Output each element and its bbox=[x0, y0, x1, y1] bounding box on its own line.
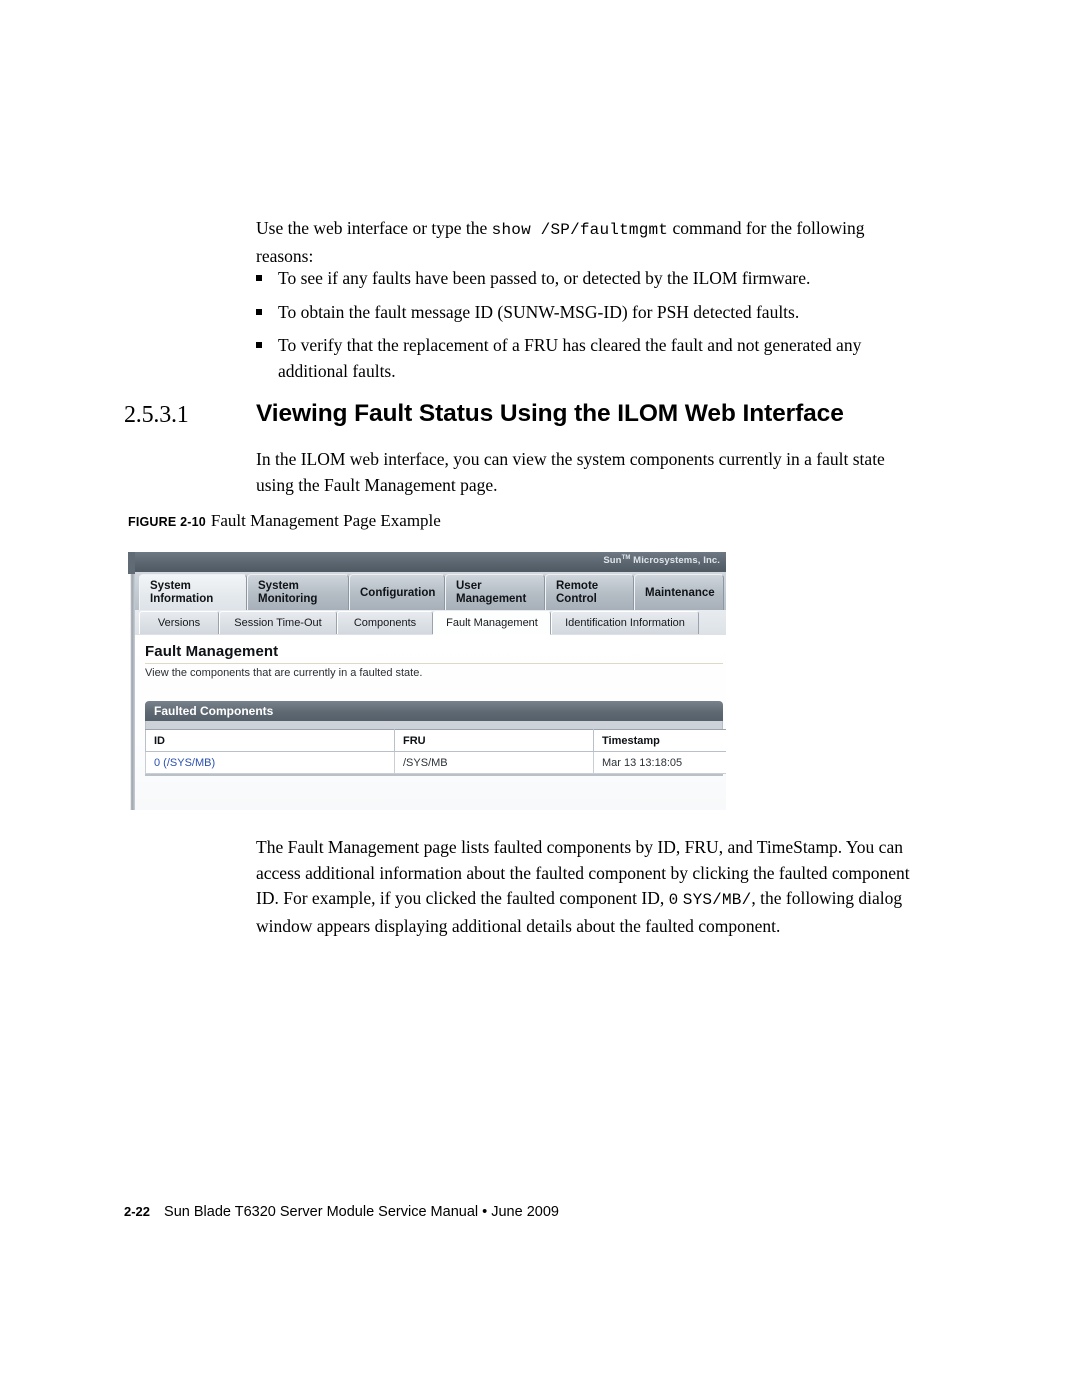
intro-bullet-list: To see if any faults have been passed to… bbox=[256, 266, 926, 392]
tab-label-line2: Information bbox=[150, 593, 214, 605]
column-header-id: ID bbox=[145, 729, 395, 752]
tab-remote-control[interactable]: Remote Control bbox=[545, 574, 634, 610]
cell-fru: /SYS/MB bbox=[394, 751, 594, 774]
cell-id: 0 (/SYS/MB) bbox=[145, 751, 395, 774]
tab-label-line1: System bbox=[150, 580, 191, 592]
secondary-tab-bar: Versions Session Time-Out Components Fau… bbox=[135, 610, 726, 636]
ilom-screenshot-figure: SunTM Microsystems, Inc. System Informat… bbox=[128, 552, 726, 810]
subtab-components[interactable]: Components bbox=[337, 611, 433, 634]
sun-microsystems-logo: SunTM Microsystems, Inc. bbox=[603, 555, 720, 567]
primary-tab-bar: System Information System Monitoring Con… bbox=[135, 572, 726, 611]
tab-label-line2: Management bbox=[456, 593, 527, 605]
after-code-0: 0 bbox=[668, 891, 679, 909]
subtab-versions[interactable]: Versions bbox=[139, 611, 219, 634]
panel-footer bbox=[145, 774, 723, 776]
tab-label-line1: Remote bbox=[556, 580, 599, 592]
ilom-brand-bar: SunTM Microsystems, Inc. bbox=[135, 552, 726, 572]
tab-maintenance[interactable]: Maintenance bbox=[634, 574, 724, 610]
list-item: To verify that the replacement of a FRU … bbox=[256, 333, 926, 384]
panel-header-title: Faulted Components bbox=[145, 701, 723, 721]
faulted-components-table: ID FRU Timestamp 0 (/SYS/MB) /SYS/MB Mar… bbox=[145, 729, 726, 774]
tab-system-information[interactable]: System Information bbox=[139, 574, 247, 611]
intro-lead-a: Use the web interface or type the bbox=[256, 218, 492, 238]
after-figure-paragraph: The Fault Management page lists faulted … bbox=[256, 835, 924, 939]
bullet-square-icon bbox=[256, 308, 262, 315]
table-header-row: ID FRU Timestamp bbox=[145, 729, 726, 752]
subtab-session-time-out[interactable]: Session Time-Out bbox=[219, 611, 337, 634]
subtab-identification-information[interactable]: Identification Information bbox=[551, 611, 699, 634]
tab-system-monitoring[interactable]: System Monitoring bbox=[247, 574, 349, 610]
tab-label-line1: System bbox=[258, 580, 299, 592]
section-paragraph-text: In the ILOM web interface, you can view … bbox=[256, 449, 885, 495]
tab-label-line1: Maintenance bbox=[645, 587, 715, 599]
bullet-square-icon bbox=[256, 342, 262, 348]
list-item: To obtain the fault message ID (SUNW-MSG… bbox=[256, 300, 926, 326]
after-line5: the faulted component. bbox=[619, 915, 781, 936]
figure-caption-text: Fault Management Page Example bbox=[210, 511, 441, 530]
after-line1: The Fault Management page lists faulted … bbox=[256, 837, 843, 857]
after-code-sysmb: SYS/MB/ bbox=[682, 891, 752, 909]
tab-user-management[interactable]: User Management bbox=[445, 574, 545, 610]
faulted-components-panel: Faulted Components ID FRU Timestamp 0 (/… bbox=[145, 701, 726, 776]
table-row: 0 (/SYS/MB) /SYS/MB Mar 13 13:18:05 bbox=[145, 751, 726, 774]
ilom-content-pane: Fault Management View the components tha… bbox=[135, 635, 726, 810]
page-title: Viewing Fault Status Using the ILOM Web … bbox=[256, 400, 844, 427]
footer-text: Sun Blade T6320 Server Module Service Ma… bbox=[164, 1204, 559, 1220]
tab-label-line1: Configuration bbox=[360, 587, 436, 599]
tab-label-line2: Monitoring bbox=[258, 593, 318, 605]
footer-page-number: 2-22 bbox=[124, 1204, 151, 1219]
fault-management-description: View the components that are currently i… bbox=[145, 667, 423, 679]
list-item-text: To obtain the fault message ID (SUNW-MSG… bbox=[278, 301, 800, 322]
tab-configuration[interactable]: Configuration bbox=[349, 574, 445, 610]
intro-command: show /SP/faultmgmt bbox=[491, 221, 669, 239]
section-paragraph: In the ILOM web interface, you can view … bbox=[256, 447, 916, 498]
cell-timestamp: Mar 13 13:18:05 bbox=[593, 751, 726, 774]
intro-paragraph: Use the web interface or type the show /… bbox=[256, 216, 916, 269]
bullet-square-icon bbox=[256, 275, 262, 281]
page-footer: 2-22 Sun Blade T6320 Server Module Servic… bbox=[124, 1203, 559, 1221]
window-left-edge-top bbox=[128, 552, 135, 574]
fault-management-heading: Fault Management bbox=[145, 643, 279, 660]
list-item-text: To see if any faults have been passed to… bbox=[278, 268, 811, 288]
section-number: 2.5.3.1 bbox=[124, 402, 189, 428]
column-header-timestamp: Timestamp bbox=[593, 729, 726, 752]
heading-divider bbox=[145, 663, 723, 664]
tab-label-line1: User bbox=[456, 580, 482, 592]
document-page: Use the web interface or type the show /… bbox=[0, 0, 1080, 1397]
window-left-edge bbox=[128, 552, 135, 810]
list-item: To see if any faults have been passed to… bbox=[256, 266, 926, 292]
column-header-fru: FRU bbox=[394, 729, 594, 752]
list-item-text: To verify that the replacement of a FRU … bbox=[278, 335, 862, 381]
fault-id-link[interactable]: 0 (/SYS/MB) bbox=[154, 757, 215, 769]
panel-toolbar bbox=[145, 721, 723, 729]
figure-caption: FIGURE 2-10 Fault Management Page Example bbox=[128, 511, 441, 531]
figure-label: FIGURE 2-10 bbox=[128, 515, 206, 529]
subtab-fault-management[interactable]: Fault Management bbox=[433, 611, 551, 635]
tab-label-line2: Control bbox=[556, 593, 597, 605]
